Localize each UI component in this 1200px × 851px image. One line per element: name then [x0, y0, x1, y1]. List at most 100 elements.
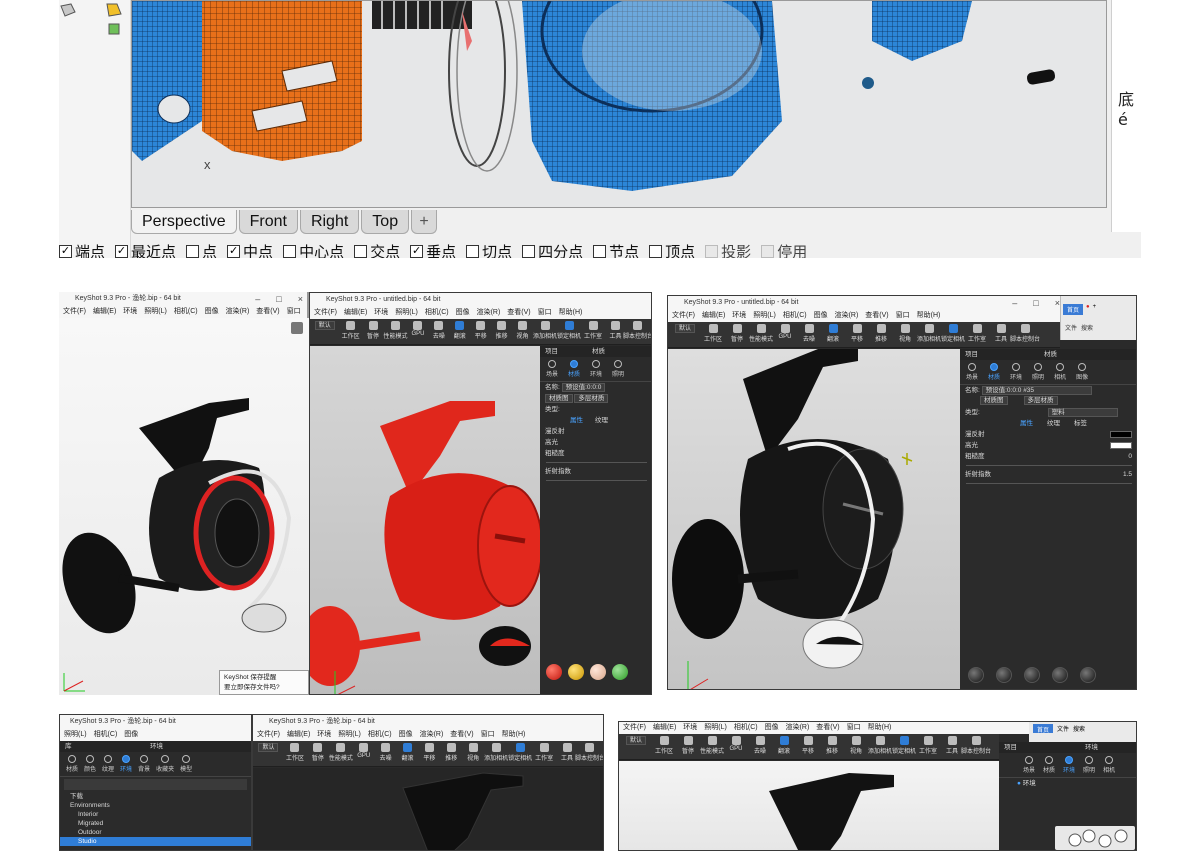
menu-item[interactable]: 照明(L) — [64, 729, 87, 741]
toolbar-button[interactable]: GPU — [410, 321, 425, 337]
panel-tab[interactable]: 背景 — [138, 755, 150, 773]
toolbar-button[interactable]: 视角 — [465, 743, 481, 762]
menu-item[interactable]: 编辑(E) — [93, 306, 116, 318]
osnap-option[interactable]: 停用 — [761, 242, 807, 258]
menu-item[interactable]: 相机(C) — [368, 729, 392, 741]
toolbar-button[interactable]: 脚本控制台 — [575, 743, 603, 762]
menu-item[interactable]: 查看(V) — [256, 306, 279, 318]
osnap-option[interactable]: 中心点 — [283, 242, 344, 258]
osnap-checkbox[interactable] — [522, 244, 536, 258]
preset-select[interactable]: 默认 — [258, 743, 279, 752]
roughness-value[interactable]: 0 — [1128, 451, 1132, 462]
menu-item[interactable]: 渲染(R) — [835, 310, 859, 322]
toolbar-button[interactable]: 推移 — [823, 736, 841, 755]
menu-item[interactable]: 渲染(R) — [477, 307, 501, 319]
menu-item[interactable]: 环境 — [123, 306, 137, 318]
panel-tab[interactable]: 材质 — [66, 755, 78, 773]
panel-tab[interactable]: 环境 — [1010, 363, 1022, 381]
tab-attributes[interactable]: 属性 — [1020, 418, 1033, 429]
swatch-green[interactable] — [612, 664, 628, 680]
render-viewport[interactable] — [253, 768, 603, 850]
prop-diffuse[interactable]: 漫反射 — [540, 426, 651, 437]
toolbar-button[interactable]: 推移 — [443, 743, 459, 762]
toolbar-button[interactable]: 去噪 — [751, 736, 769, 755]
menu-item[interactable]: 图像 — [765, 722, 779, 734]
menu-item[interactable]: 编辑(E) — [287, 729, 310, 741]
osnap-checkbox[interactable] — [354, 244, 368, 258]
toolbar-button[interactable]: 添加相机 — [484, 743, 508, 762]
tab-attributes[interactable]: 属性 — [570, 415, 583, 426]
toolbar-button[interactable]: 暂停 — [728, 324, 746, 343]
toolbar-button[interactable]: 添加相机 — [868, 736, 892, 755]
toolbar-button[interactable]: 工作室 — [535, 743, 553, 762]
osnap-checkbox[interactable] — [705, 244, 719, 258]
toolbar-button[interactable]: 翻滚 — [824, 324, 842, 343]
panel-tab[interactable]: 相机 — [1054, 363, 1066, 381]
toolbar-button[interactable]: 锁定相机 — [941, 324, 965, 343]
roughness-slider[interactable] — [546, 462, 647, 463]
menu-item[interactable]: 环境 — [732, 310, 746, 322]
toolbar-button[interactable]: 性能模式 — [329, 743, 353, 762]
toolbar-button[interactable]: 平移 — [473, 321, 488, 340]
preset-dropdown[interactable]: 默认 — [314, 321, 336, 330]
browser-file-menu[interactable]: 文件 — [1057, 724, 1069, 740]
panel-tab[interactable]: 材质 — [988, 363, 1000, 381]
preset-select[interactable]: 默认 — [674, 324, 695, 333]
tab-labels[interactable]: 标签 — [1074, 418, 1087, 429]
prop-specular[interactable]: 高光 — [960, 440, 1136, 451]
toolbar-button[interactable]: 工具 — [559, 743, 575, 762]
prop-refraction[interactable]: 折射指数 — [540, 466, 651, 477]
tree-item[interactable]: Outdoor — [60, 828, 251, 837]
diffuse-color-swatch[interactable] — [1110, 431, 1132, 438]
toolbar-button[interactable]: 视角 — [515, 321, 530, 340]
toolbar-button[interactable]: 工作区 — [342, 321, 360, 340]
toolbar-button[interactable]: 工具 — [992, 324, 1010, 343]
toolbar-button[interactable]: 暂停 — [366, 321, 381, 340]
toolbar-button[interactable]: 视角 — [847, 736, 865, 755]
osnap-checkbox[interactable] — [186, 244, 200, 258]
refraction-value[interactable]: 1.5 — [1123, 469, 1132, 480]
roughness-slider[interactable] — [966, 465, 1132, 466]
toolbar-button[interactable]: 暂停 — [310, 743, 326, 762]
toolbar-button[interactable]: 脚本控制台 — [623, 321, 651, 340]
render-viewport[interactable] — [310, 346, 540, 694]
refraction-slider[interactable] — [546, 480, 647, 481]
menu-item[interactable]: 编辑(E) — [702, 310, 725, 322]
toolbar-button[interactable]: 工作室 — [968, 324, 986, 343]
menu-item[interactable]: 环境 — [317, 729, 331, 741]
panel-tab[interactable]: 场景 — [966, 363, 978, 381]
browser-search[interactable]: 搜索 — [1073, 724, 1085, 740]
add-viewport-tab-button[interactable]: + — [411, 210, 438, 234]
toolbar-button[interactable]: 工作区 — [655, 736, 673, 755]
perspective-viewport[interactable]: x — [131, 0, 1107, 208]
toolbar-button[interactable]: 视角 — [896, 324, 914, 343]
osnap-checkbox[interactable] — [761, 244, 775, 258]
panel-tab[interactable]: 模型 — [180, 755, 192, 773]
panel-tab[interactable]: 颜色 — [84, 755, 96, 773]
toolbar-button[interactable]: 性能模式 — [383, 321, 408, 340]
swatch-4[interactable] — [1052, 667, 1068, 683]
menu-item[interactable]: 查看(V) — [816, 722, 839, 734]
panel-tab[interactable]: 纹理 — [102, 755, 114, 773]
menu-item[interactable]: 文件(F) — [63, 306, 86, 318]
prop-roughness[interactable]: 粗糙度 0 — [960, 451, 1136, 462]
tab-top[interactable]: Top — [361, 210, 410, 234]
menu-item[interactable]: 文件(F) — [257, 729, 280, 741]
osnap-option[interactable]: 节点 — [593, 242, 639, 258]
toolbar-button[interactable]: 推移 — [494, 321, 509, 340]
toolbar-button[interactable]: 平移 — [848, 324, 866, 343]
browser-tab-icon[interactable]: ● — [1086, 304, 1090, 315]
toolbar-button[interactable]: 平移 — [799, 736, 817, 755]
menu-item[interactable]: 帮助(H) — [917, 310, 941, 322]
panel-tab[interactable]: 照明 — [612, 360, 624, 378]
toolbar-button[interactable]: 工作室 — [584, 321, 602, 340]
specular-color-swatch[interactable] — [1110, 442, 1132, 449]
menu-item[interactable]: 环境 — [683, 722, 697, 734]
menu-item[interactable]: 帮助(H) — [559, 307, 583, 319]
osnap-option[interactable]: 点 — [186, 242, 217, 258]
menu-item[interactable]: 窗口 — [847, 722, 861, 734]
material-name-field[interactable]: 预设值:0:0:0 — [561, 382, 606, 392]
menu-item[interactable]: 查看(V) — [865, 310, 888, 322]
menu-item[interactable]: 窗口 — [287, 306, 301, 318]
menu-item[interactable]: 窗口 — [538, 307, 552, 319]
